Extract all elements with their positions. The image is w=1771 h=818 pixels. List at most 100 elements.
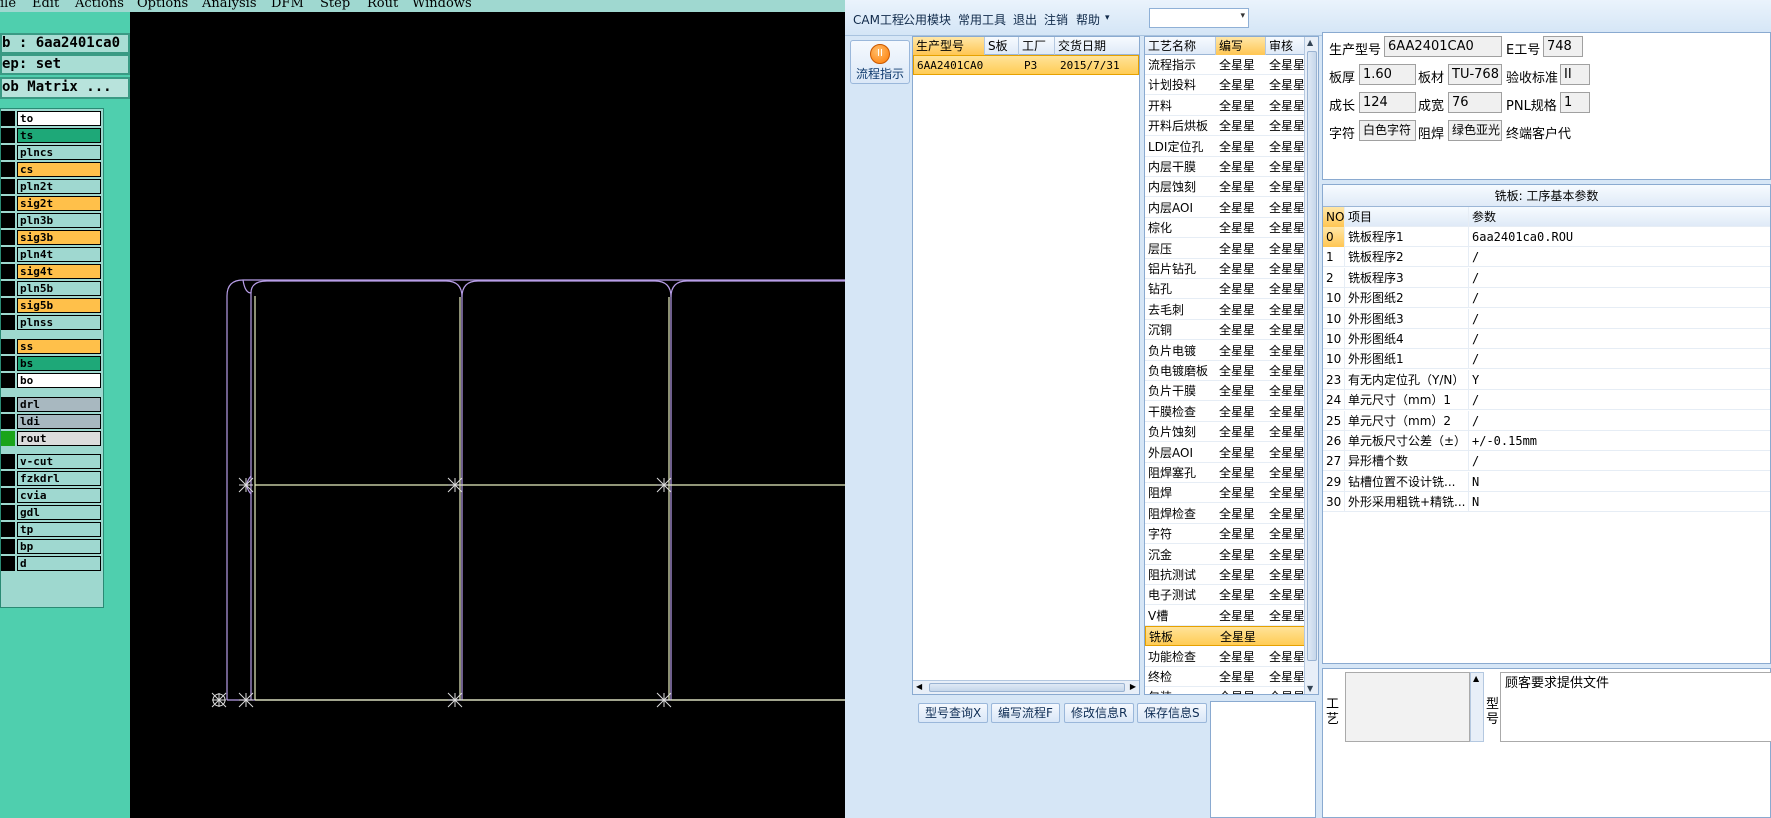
menu-actions[interactable]: Actions — [75, 0, 124, 10]
pnl-field[interactable]: 1 — [1560, 92, 1590, 113]
layer-row[interactable]: cvia — [17, 488, 101, 503]
process-note-field[interactable] — [1345, 672, 1470, 742]
table-row[interactable]: 干膜检查全星星全星星已审核 — [1145, 402, 1318, 422]
table-row[interactable]: 阻焊全星星全星星已审核 — [1145, 483, 1318, 504]
menu-edit[interactable]: Edit — [32, 0, 59, 10]
layer-row[interactable]: fzkdrl — [17, 471, 101, 486]
menu-common-tools[interactable]: 常用工具 — [958, 11, 1006, 28]
table-row[interactable]: 棕化全星星全星星已审核 — [1145, 218, 1318, 239]
layer-affected-marker[interactable] — [1, 264, 15, 279]
thickness-field[interactable]: 1.60 — [1359, 64, 1416, 85]
table-row[interactable]: 23 有无内定位孔（Y/N） Y — [1323, 369, 1770, 390]
layer-row[interactable]: ldi — [17, 414, 101, 429]
table-row[interactable]: 开料全星星全星星已审核 — [1145, 96, 1318, 116]
table-row[interactable]: 10 外形图纸1/ — [1323, 349, 1770, 370]
table-row[interactable]: 负片电镀全星星全星星已审核 — [1145, 341, 1318, 361]
jobs-horizontal-scrollbar[interactable]: ◀ ▶ — [913, 680, 1139, 694]
table-row[interactable]: 负电镀磨板全星星全星星已审核 — [1145, 361, 1318, 381]
layer-row[interactable]: sig5b — [17, 298, 101, 313]
layer-row[interactable]: pln3b — [17, 213, 101, 228]
layer-row[interactable]: cs — [17, 162, 101, 177]
table-row[interactable]: 内层干膜全星星全星星已审核 — [1145, 157, 1318, 177]
menu-file[interactable]: ile — [0, 0, 16, 10]
menu-help[interactable]: 帮助 — [1076, 11, 1100, 28]
table-row[interactable]: 26 单元板尺寸公差（±） +/-0.15mm — [1323, 431, 1770, 451]
layer-row[interactable]: to — [17, 111, 101, 126]
table-row[interactable]: 电子测试全星星全星星已审核 — [1145, 585, 1318, 606]
table-row[interactable]: 1 铣板程序2/ — [1323, 247, 1770, 268]
layer-affected-marker[interactable] — [1, 196, 15, 211]
layer-affected-marker[interactable] — [1, 111, 15, 126]
col-s-board[interactable]: S板 — [985, 37, 1019, 55]
layer-affected-marker[interactable] — [1, 522, 15, 537]
table-row[interactable]: 27 异形槽个数 / — [1323, 451, 1770, 472]
layer-affected-marker[interactable] — [1, 213, 15, 228]
scroll-down-icon[interactable]: ▼ — [1307, 684, 1313, 693]
graphic-canvas[interactable] — [130, 31, 845, 818]
model-field[interactable]: 6AA2401CA0 — [1384, 36, 1502, 57]
table-row[interactable]: 阻抗测试全星星全星星已审核 — [1145, 565, 1318, 585]
layer-affected-marker[interactable] — [1, 556, 15, 571]
process-vertical-scrollbar[interactable]: ▲ ▼ — [1304, 37, 1318, 694]
layer-affected-marker[interactable] — [1, 281, 15, 296]
table-row[interactable]: 29 钻槽位置不设计铣... N — [1323, 471, 1770, 492]
layer-row[interactable]: pln5b — [17, 281, 101, 296]
scroll-thumb[interactable] — [1307, 51, 1317, 661]
menu-step[interactable]: Step — [320, 0, 350, 10]
scroll-right-icon[interactable]: ▶ — [1130, 682, 1136, 691]
layer-affected-marker[interactable] — [1, 488, 15, 503]
table-row[interactable]: 25 单元尺寸（mm）2/ — [1323, 410, 1770, 431]
table-row[interactable]: 功能检查全星星全星星已审核 — [1145, 647, 1318, 667]
layer-row[interactable]: pln2t — [17, 179, 101, 194]
menu-dfm[interactable]: DFM — [271, 0, 304, 10]
job-matrix-button[interactable]: ob Matrix ... — [0, 77, 130, 99]
table-row[interactable]: 内层AOI全星星全星星已审核 — [1145, 198, 1318, 218]
layer-affected-marker[interactable] — [1, 454, 15, 469]
table-row[interactable]: 层压全星星全星星已审核 — [1145, 239, 1318, 259]
table-row[interactable]: 6AA2401CA0 P3 2015/7/31 — [913, 55, 1139, 75]
table-row[interactable]: 字符全星星全星星已审核 — [1145, 524, 1318, 545]
layer-row[interactable]: sig2t — [17, 196, 101, 211]
process-note-scrollbar[interactable]: ▲ — [1470, 672, 1484, 742]
table-row[interactable]: 10 外形图纸2/ — [1323, 288, 1770, 309]
layer-row[interactable]: sig3b — [17, 230, 101, 245]
mask-field[interactable]: 绿色亚光 — [1448, 120, 1502, 141]
col-delivery-date[interactable]: 交货日期 — [1055, 37, 1139, 55]
modify-info-button[interactable]: 修改信息R — [1064, 703, 1135, 723]
layer-affected-marker[interactable] — [1, 397, 15, 412]
table-row[interactable]: 沉铜全星星全星星已审核 — [1145, 320, 1318, 341]
table-row[interactable]: 24 单元尺寸（mm）1/ — [1323, 390, 1770, 411]
table-row[interactable]: 阻焊塞孔全星星全星星已审核 — [1145, 463, 1318, 483]
menu-exit[interactable]: 退出 — [1013, 11, 1037, 28]
scroll-up-icon[interactable]: ▲ — [1307, 38, 1313, 47]
table-row[interactable]: 2 铣板程序3/ — [1323, 267, 1770, 288]
col-author[interactable]: 编写 — [1216, 37, 1266, 55]
layer-row[interactable]: ss — [17, 339, 101, 354]
table-row[interactable]: 30 外形采用粗铣+精铣... N — [1323, 492, 1770, 513]
layer-affected-marker[interactable] — [1, 230, 15, 245]
layer-affected-marker[interactable] — [1, 162, 15, 177]
scroll-left-icon[interactable]: ◀ — [916, 682, 922, 691]
table-row[interactable]: 外层AOI全星星全星星已审核 — [1145, 443, 1318, 463]
layer-affected-marker[interactable] — [1, 179, 15, 194]
menu-cam-project[interactable]: CAM工程 — [853, 11, 904, 28]
layer-affected-marker[interactable] — [1, 247, 15, 262]
layer-row[interactable]: bs — [17, 356, 101, 371]
layer-affected-marker[interactable] — [1, 356, 15, 371]
layer-row[interactable]: ts — [17, 128, 101, 143]
table-row[interactable]: V槽全星星全星星已审核 — [1145, 606, 1318, 626]
width-field[interactable]: 76 — [1448, 92, 1502, 113]
table-row[interactable]: 铣板全星星已回退 — [1145, 626, 1318, 647]
col-factory[interactable]: 工厂 — [1019, 37, 1055, 55]
layer-affected-marker[interactable] — [1, 431, 15, 446]
menu-rout[interactable]: Rout — [367, 0, 398, 10]
table-row[interactable]: 铝片钻孔全星星全星星已审核 — [1145, 259, 1318, 279]
help-dropdown-icon[interactable]: ▾ — [1105, 13, 1110, 23]
layer-row[interactable]: d — [17, 556, 101, 571]
col-param[interactable]: 参数 — [1469, 207, 1771, 227]
col-model[interactable]: 生产型号 — [913, 37, 985, 55]
layer-affected-marker[interactable] — [1, 414, 15, 429]
layer-row[interactable]: gdl — [17, 505, 101, 520]
flow-indicator-button[interactable]: II 流程指示 — [850, 40, 910, 84]
write-flow-button[interactable]: 编写流程F — [991, 703, 1060, 723]
